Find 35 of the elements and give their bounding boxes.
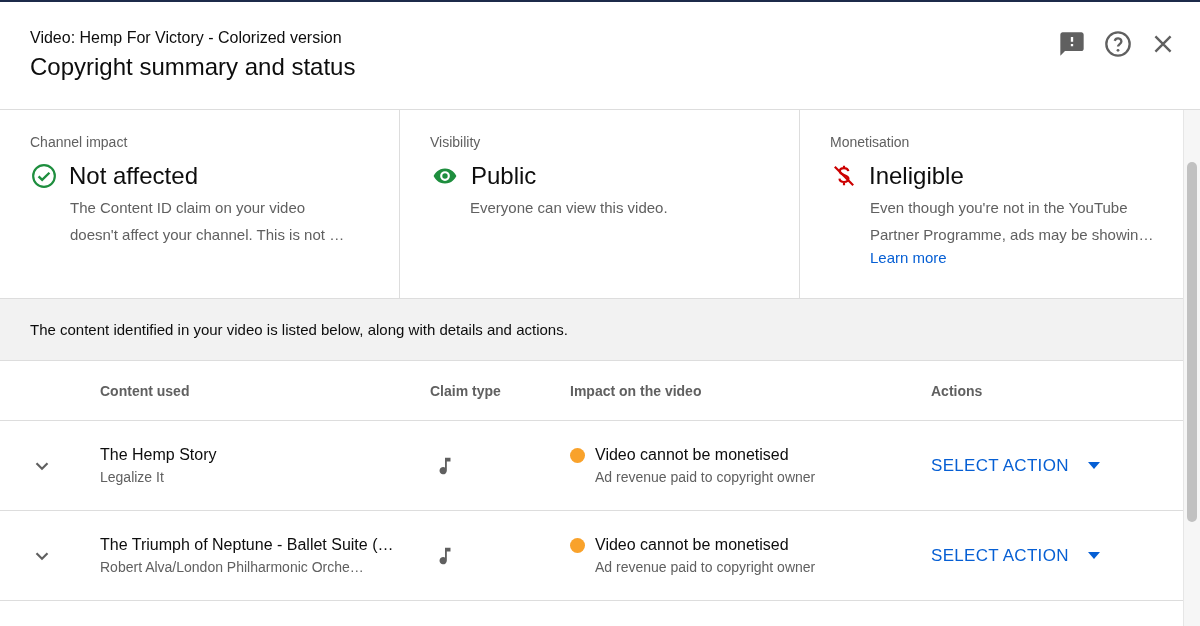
scrollbar[interactable] [1183,110,1200,626]
feedback-icon [1058,30,1086,58]
status-text: Not affected [69,162,198,190]
caret-icon [1086,551,1101,560]
content-title: The Hemp Story [100,446,218,464]
video-title: Video: Hemp For Victory - Colorized version [30,29,343,47]
column-header: Impact on the video [570,382,703,399]
status-text: Ineligible [869,162,964,190]
card-label: Channel impact [30,134,129,150]
content-artist: Robert Alva/London Philharmonic Orche… [100,559,365,575]
status-text: Public [471,162,537,190]
caret-icon [1086,461,1101,470]
column-header: Actions [931,382,984,399]
card-label: Visibility [430,134,482,150]
impact-text: Video cannot be monetised [595,536,790,554]
column-header: Content used [100,382,191,399]
select-action-dropdown[interactable]: SELECT ACTION [931,455,1183,476]
column-header: Claim type [430,382,502,399]
select-action-dropdown[interactable]: SELECT ACTION [931,545,1183,566]
info-banner: The content identified in your video is listed below, along with details and actions. [0,299,1183,361]
crossed-dollar-icon [831,163,857,189]
impact-detail: Ad revenue paid to copyright owner [595,559,816,575]
help-icon [1104,30,1132,58]
card-description: The Content ID claim on your video doesn't affect your channel. This is not … [70,198,346,245]
content-artist: Legalize It [100,469,165,485]
content-title: The Triumph of Neptune - Ballet Suite (… [100,536,395,554]
dialog-title: Copyright summary and status [30,53,356,81]
learn-more-link[interactable]: Learn more [870,249,947,266]
card-description: Even though you're not in the YouTube Partner Programme, ads may be showin… [870,198,1155,245]
impact-detail: Ad revenue paid to copyright owner [595,469,816,485]
card-label: Monetisation [830,134,911,150]
impact-text: Video cannot be monetised [595,446,790,464]
card-description: Everyone can view this video. [470,198,669,218]
check-circle-icon [31,163,57,189]
help-button[interactable] [1102,28,1134,60]
